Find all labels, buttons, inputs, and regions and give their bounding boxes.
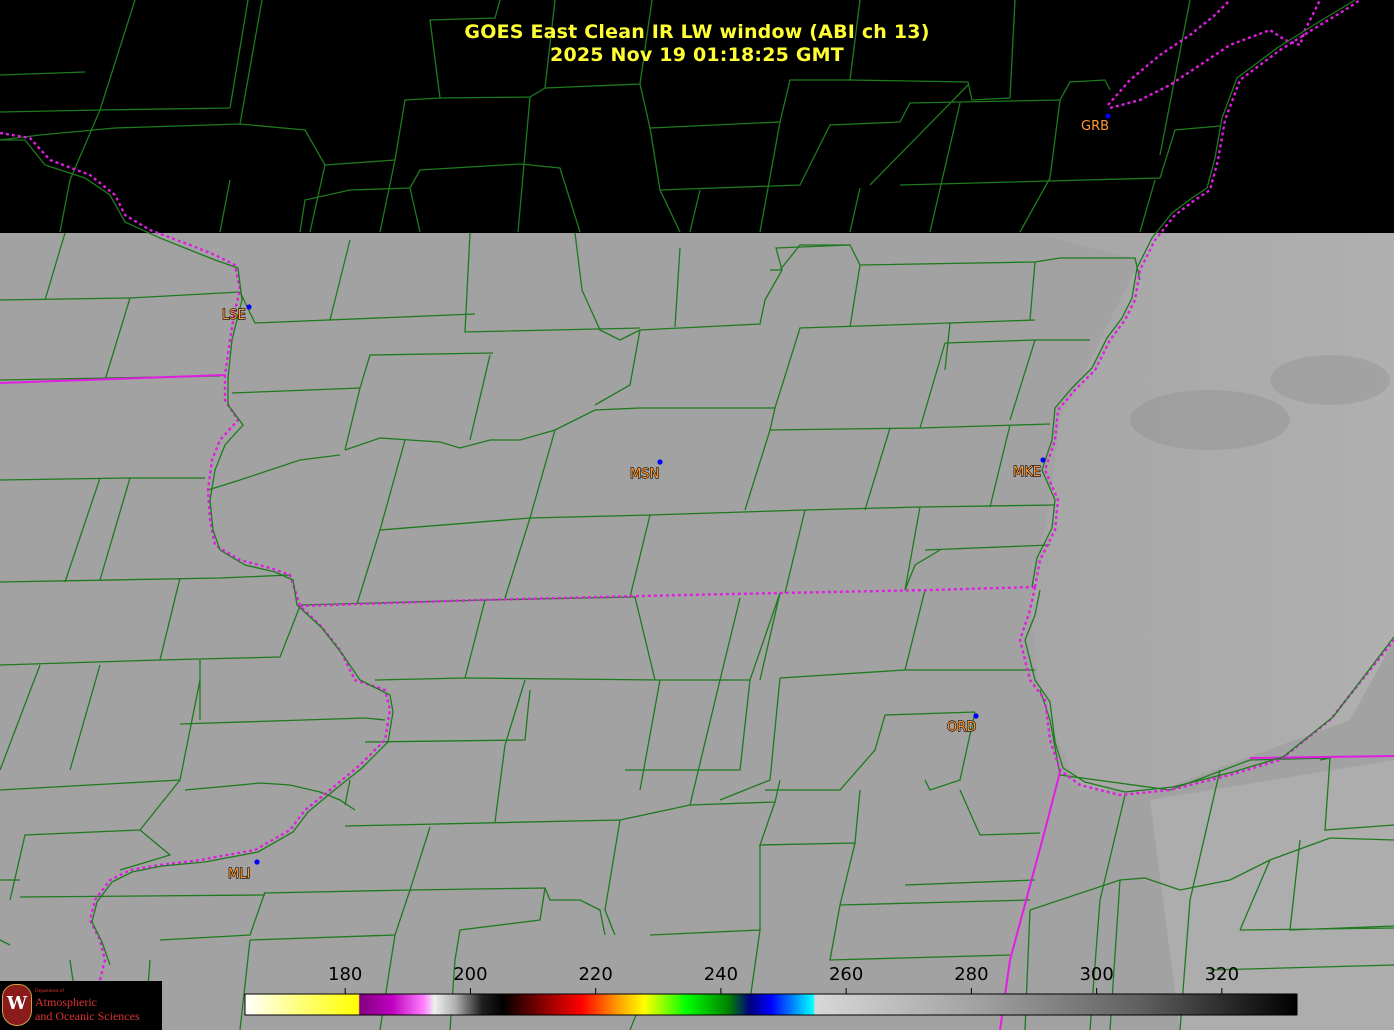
seal-letter: W xyxy=(6,993,28,1014)
image-timestamp: 2025 Nov 19 01:18:25 GMT xyxy=(550,44,844,66)
station-dot xyxy=(1040,457,1046,463)
aos-logo: W Department of Atmospheric and Oceanic … xyxy=(0,981,162,1030)
colorbar-tick-label: 280 xyxy=(954,964,988,985)
station-label-mli: MLI xyxy=(228,867,250,882)
logo-dept-text: Department of xyxy=(35,989,65,994)
cloud-region xyxy=(1150,760,1394,1030)
colorbar-tick-label: 240 xyxy=(704,964,738,985)
station-dot xyxy=(657,459,663,465)
station-label-grb: GRB xyxy=(1081,119,1109,134)
satellite-map: GRB LSE MSN MKE ORD MLI 180 200 220 240 260 2… xyxy=(0,0,1394,1030)
station-dot xyxy=(973,713,979,719)
uw-seal-icon: W xyxy=(2,984,32,1026)
station-label-mke: MKE xyxy=(1013,465,1041,480)
colorbar-tick-label: 180 xyxy=(328,964,362,985)
cloud-cell xyxy=(1130,390,1290,450)
station-dot xyxy=(254,859,260,865)
colorbar-tick-label: 200 xyxy=(453,964,487,985)
image-title: GOES East Clean IR LW window (ABI ch 13) xyxy=(464,21,930,43)
logo-line2: and Oceanic Sciences xyxy=(35,1009,140,1023)
station-dot xyxy=(1105,113,1111,119)
colorbar-tick-label: 300 xyxy=(1079,964,1113,985)
colorbar-tick-label: 320 xyxy=(1205,964,1239,985)
colorbar-tick-label: 220 xyxy=(578,964,612,985)
colorbar-gradient xyxy=(244,993,1298,1016)
station-label-ord: ORD xyxy=(947,720,976,735)
logo-line1: Atmospheric xyxy=(35,995,97,1009)
colorbar-tick-label: 260 xyxy=(829,964,863,985)
cloud-cell xyxy=(1270,355,1390,405)
station-label-lse: LSE xyxy=(222,308,246,323)
station-label-msn: MSN xyxy=(630,467,659,482)
station-dot xyxy=(246,304,252,310)
